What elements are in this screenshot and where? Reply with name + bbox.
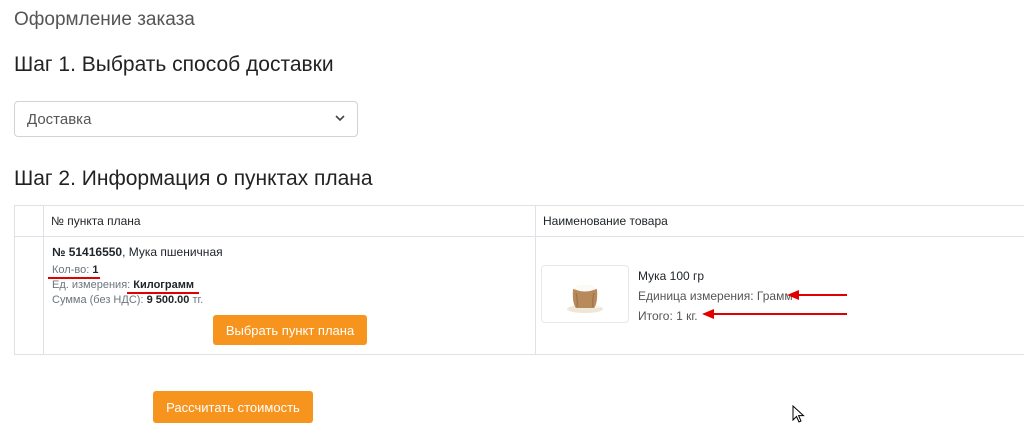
plan-item-number: № 51416550 [52,245,123,259]
product-thumbnail [541,265,629,323]
unit-label: Ед. измерения: [52,279,131,291]
calculate-cost-button[interactable]: Рассчитать стоимость [153,391,313,423]
sum-line: Сумма (без НДС): 9 500.00 тг. [52,294,203,306]
flour-sack-image [567,284,603,313]
product-unit: Единица измерения: Грамм [638,289,793,303]
quantity-value: 1 [92,264,99,276]
step2-heading: Шаг 2. Информация о пунктах плана [14,167,373,190]
currency-label: тг. [192,294,204,306]
column-header-plan-number: № пункта плана [51,214,141,228]
column-divider [43,206,44,354]
delivery-method-value: Доставка [27,110,92,128]
chevron-down-icon [335,113,345,125]
column-divider [535,206,536,354]
unit-line: Ед. измерения: Килограмм [52,279,194,291]
mouse-cursor-icon [792,405,805,423]
product-name: Мука 100 гр [638,269,705,283]
sum-label: Сумма (без НДС): [52,294,144,306]
plan-item-name: , Мука пшеничная [122,245,223,259]
select-plan-item-button[interactable]: Выбрать пункт плана [213,315,367,345]
quantity-label: Кол-во: [52,264,90,276]
column-header-product-name: Наименование товара [543,214,668,228]
unit-value: Килограмм [133,279,194,291]
header-divider [15,236,1024,237]
product-total: Итого: 1 кг. [638,309,698,323]
sum-value: 9 500.00 [146,294,190,306]
delivery-method-select[interactable]: Доставка [14,101,358,137]
annotation-arrow-icon [702,309,847,319]
plan-items-table: № пункта плана Наименование товара № 514… [14,205,1024,355]
plan-item-title: № 51416550, Мука пшеничная [52,245,223,259]
page-title: Оформление заказа [14,9,195,30]
annotation-arrow-icon [787,290,847,300]
step1-heading: Шаг 1. Выбрать способ доставки [14,53,334,76]
quantity-line: Кол-во: 1 [52,264,98,276]
